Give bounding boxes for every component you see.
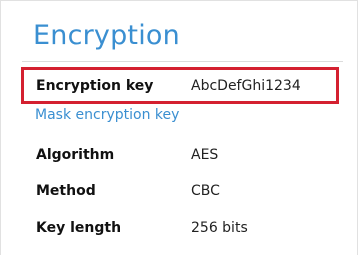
- mask-encryption-key-link[interactable]: Mask encryption key: [35, 107, 179, 123]
- encryption-key-value: AbcDefGhi1234: [191, 78, 301, 94]
- method-value: CBC: [191, 183, 220, 199]
- algorithm-label: Algorithm: [36, 147, 115, 163]
- title-divider: [22, 61, 343, 62]
- key-length-value: 256 bits: [191, 220, 248, 236]
- encryption-key-label: Encryption key: [36, 78, 154, 94]
- key-length-label: Key length: [36, 220, 122, 236]
- encryption-panel: Encryption Encryption key AbcDefGhi1234 …: [0, 0, 358, 255]
- section-title: Encryption: [33, 20, 180, 51]
- algorithm-value: AES: [191, 147, 219, 163]
- method-label: Method: [36, 183, 96, 199]
